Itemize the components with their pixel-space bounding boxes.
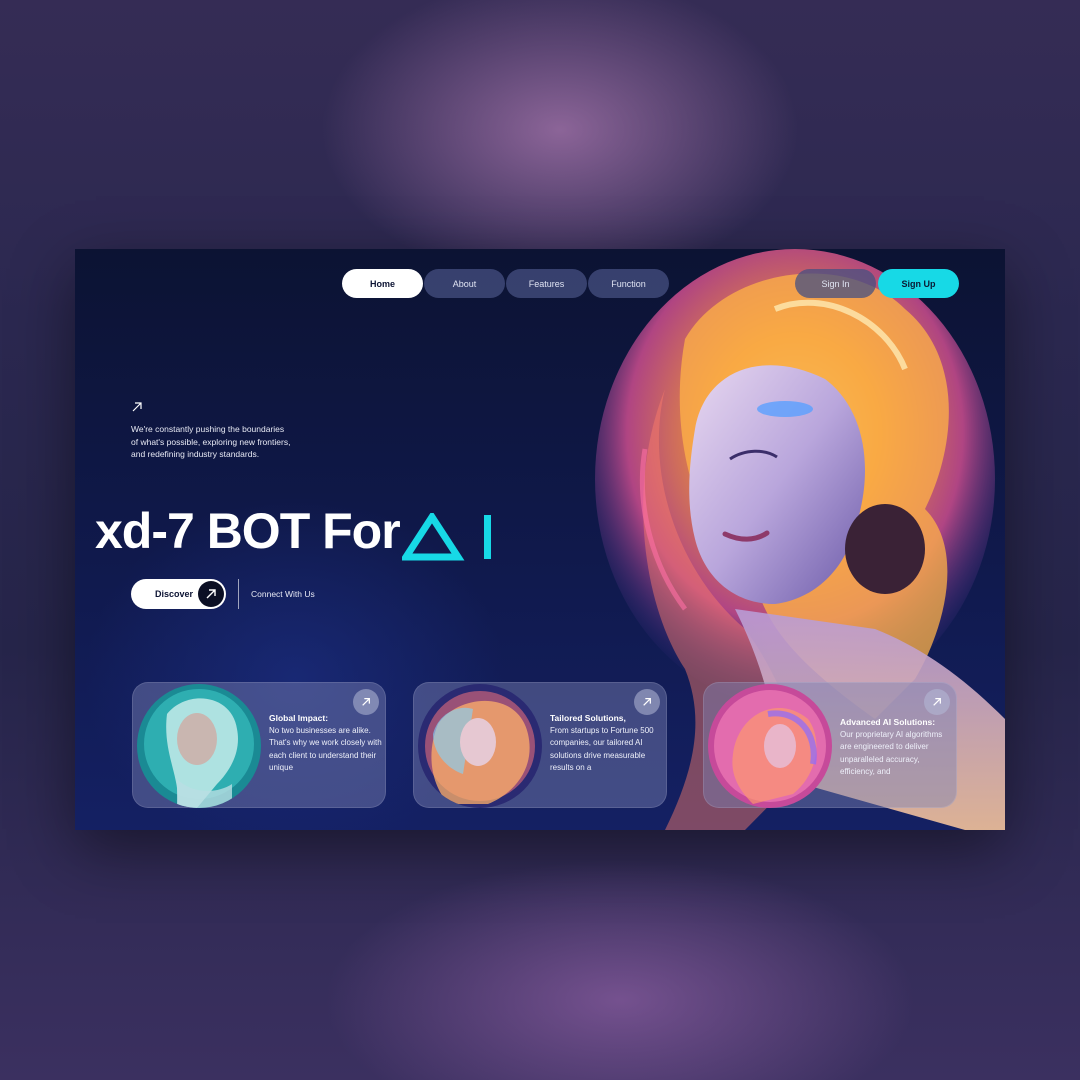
discover-arrow-circle [198, 581, 224, 607]
card-portrait-image [708, 684, 832, 808]
sign-in-button[interactable]: Sign In [795, 269, 876, 298]
card-text: Advanced AI Solutions: Our proprietary A… [840, 716, 954, 779]
nav-about[interactable]: About [424, 269, 505, 298]
hero-title: xd-7 BOT For [95, 503, 401, 559]
feature-card-advanced-ai[interactable]: Advanced AI Solutions: Our proprietary A… [703, 682, 957, 808]
card-body: From startups to Fortune 500 companies, … [550, 725, 654, 773]
intro-text: We're constantly pushing the boundaries … [131, 424, 291, 460]
cta-divider [238, 579, 239, 609]
sign-up-button[interactable]: Sign Up [878, 269, 959, 298]
nav-features[interactable]: Features [506, 269, 587, 298]
card-text: Global Impact: No two businesses are ali… [269, 712, 383, 775]
arrow-up-right-icon [362, 698, 370, 706]
arrow-up-right-icon [132, 402, 142, 412]
nav-home[interactable]: Home [342, 269, 423, 298]
auth-buttons: Sign In Sign Up [795, 269, 959, 298]
discover-button[interactable]: Discover [131, 579, 226, 609]
feature-card-tailored-solutions[interactable]: Tailored Solutions, From startups to For… [413, 682, 667, 808]
card-body: Our proprietary AI algorithms are engine… [840, 729, 943, 777]
hero-headline: xd-7 BOT For [95, 501, 502, 561]
nav-function[interactable]: Function [588, 269, 669, 298]
card-thumbnail [708, 684, 832, 808]
discover-label: Discover [155, 589, 194, 599]
card-body: No two businesses are alike. That's why … [269, 725, 382, 773]
arrow-up-right-icon [206, 589, 216, 599]
card-arrow-button[interactable] [924, 689, 950, 715]
hair-bun-shape [845, 504, 925, 594]
blue-light-reflection [757, 401, 813, 417]
card-title: Advanced AI Solutions: [840, 717, 936, 727]
connect-link[interactable]: Connect With Us [251, 589, 315, 599]
arrow-up-right-icon [933, 698, 941, 706]
card-thumbnail [137, 684, 261, 808]
arrow-up-right-icon [643, 698, 651, 706]
intro-block: We're constantly pushing the boundaries … [131, 401, 291, 461]
cta-row: Discover Connect With Us [131, 579, 315, 609]
feature-card-global-impact[interactable]: Global Impact: No two businesses are ali… [132, 682, 386, 808]
card-title: Tailored Solutions, [550, 713, 626, 723]
landing-page-frame: Home About Features Function Sign In Sig… [75, 249, 1005, 830]
card-portrait-image [137, 684, 261, 808]
ai-logo-mark [401, 501, 502, 561]
main-nav: Home About Features Function [342, 269, 669, 298]
card-portrait-image [418, 684, 542, 808]
card-thumbnail [418, 684, 542, 808]
card-title: Global Impact: [269, 713, 329, 723]
card-text: Tailored Solutions, From startups to For… [550, 712, 664, 775]
ai-accent-glyph [401, 513, 491, 561]
